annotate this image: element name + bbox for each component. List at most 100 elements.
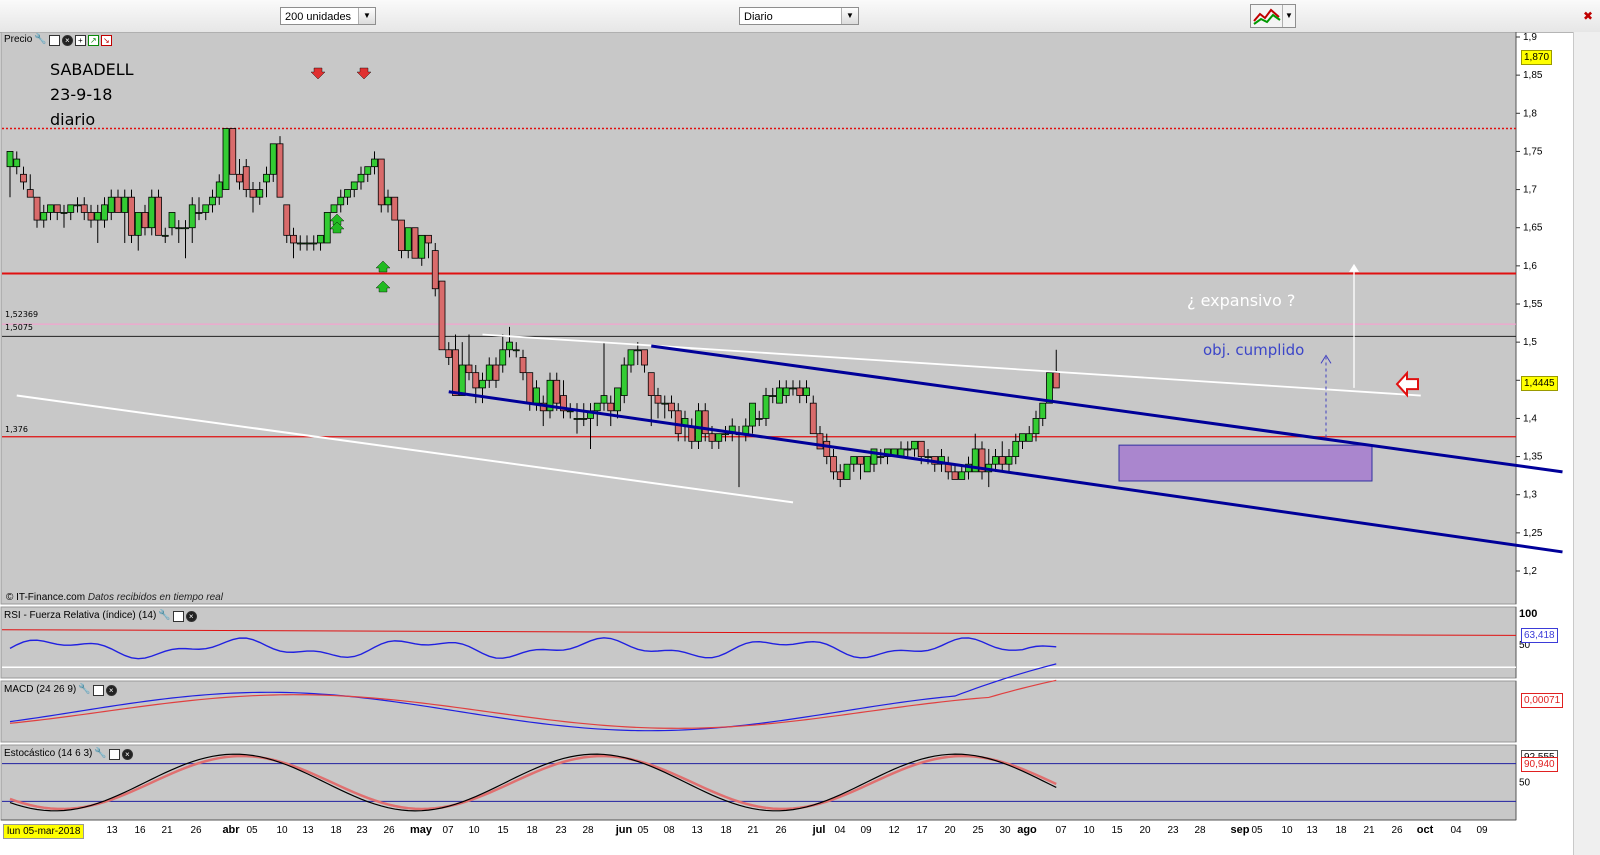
wrench-icon[interactable]: 🔧: [94, 747, 106, 761]
price-panel-bg: [0, 32, 1517, 605]
candle-body: [526, 372, 534, 404]
candle-body: [53, 204, 61, 213]
chevron-down-icon[interactable]: ▼: [358, 8, 375, 24]
close-icon[interactable]: ×: [121, 748, 133, 760]
candle-body: [296, 242, 304, 245]
x-tick-label: 20: [944, 825, 956, 836]
candle-body: [134, 212, 142, 236]
candle-body: [94, 212, 102, 221]
candle-body: [357, 173, 365, 183]
x-tick-label: 09: [860, 825, 872, 836]
close-icon[interactable]: ×: [61, 34, 73, 46]
close-icon[interactable]: ×: [105, 684, 117, 696]
candle-body: [836, 471, 844, 480]
x-tick-label: 05: [1251, 825, 1263, 836]
x-tick-label: 18: [720, 825, 732, 836]
x-tick-label: 04: [1450, 825, 1462, 836]
annotation-objective: obj. cumplido: [1203, 341, 1305, 359]
x-tick-label: 07: [442, 825, 454, 836]
window-icon[interactable]: [172, 610, 184, 622]
export-icon[interactable]: ↗: [87, 34, 99, 46]
chart-area[interactable]: 1,91,851,81,751,71,651,61,551,51,451,41,…: [0, 32, 1573, 855]
candle-body: [776, 387, 783, 404]
candle-body: [74, 204, 81, 207]
x-tick-label: 30: [999, 825, 1011, 836]
candle-body: [1052, 372, 1060, 389]
vertical-scrollbar[interactable]: [1573, 32, 1600, 855]
candle-body: [101, 204, 108, 221]
annotation-expansion: ¿ expansivo ?: [1187, 291, 1296, 310]
candle-body: [195, 212, 203, 214]
close-icon[interactable]: ×: [185, 610, 197, 622]
candle-body: [182, 227, 189, 230]
x-tick-label: 28: [1194, 825, 1206, 836]
x-tick-label: 18: [526, 825, 538, 836]
units-select[interactable]: 200 unidades ▼: [280, 7, 376, 25]
x-tick-label: 10: [1281, 825, 1293, 836]
candle-body: [1019, 433, 1026, 442]
candle-body: [506, 341, 513, 351]
candle-body: [276, 143, 284, 198]
candle-body: [1005, 456, 1013, 465]
candle-body: [924, 456, 932, 458]
candle-body: [236, 173, 243, 183]
window-icon[interactable]: [108, 748, 120, 760]
candle-body: [323, 212, 331, 244]
x-tick-label: 25: [972, 825, 984, 836]
candle-body: [911, 440, 918, 450]
candle-body: [155, 196, 162, 236]
level-label-top: 1,52369: [5, 310, 39, 319]
period-select-value: Diario: [744, 11, 773, 23]
chevron-down-icon[interactable]: ▼: [1282, 5, 1295, 27]
wrench-icon[interactable]: 🔧: [158, 609, 170, 623]
candle-body: [877, 456, 885, 458]
candle-body: [438, 280, 446, 351]
delete-icon[interactable]: ↘: [100, 34, 112, 46]
x-tick-label: 13: [106, 825, 118, 836]
candle-body: [627, 349, 635, 366]
candle-body: [749, 402, 756, 427]
chart-type-icon: [1253, 8, 1281, 25]
window-icon[interactable]: [92, 684, 104, 696]
candle-body: [404, 227, 412, 251]
window-icon[interactable]: [48, 34, 60, 46]
candle-body: [411, 227, 419, 259]
candle-body: [128, 196, 135, 236]
x-tick-label: 05: [246, 825, 258, 836]
x-tick-label: 23: [1167, 825, 1179, 836]
wrench-icon[interactable]: 🔧: [34, 33, 46, 47]
x-tick-label: 20: [1139, 825, 1151, 836]
y-tick-label: 1,6: [1523, 261, 1537, 272]
x-tick-label: 23: [555, 825, 567, 836]
x-tick-label: 26: [775, 825, 787, 836]
consolidation-box: [1118, 444, 1373, 482]
candle-body: [823, 440, 831, 457]
candle-body: [533, 387, 540, 404]
candle-body: [1032, 418, 1040, 435]
candle-body: [857, 456, 864, 465]
y-tick-label: 1,85: [1523, 70, 1543, 81]
period-select[interactable]: Diario ▼: [739, 7, 859, 25]
close-icon[interactable]: ✖: [1580, 8, 1596, 24]
candle-body: [782, 387, 790, 396]
candle-body: [6, 151, 14, 168]
candle-body: [209, 196, 216, 206]
candle-body: [472, 372, 480, 389]
source-note-text: © IT-Finance.com: [6, 592, 86, 603]
stoch-axis-label: 50: [1519, 778, 1531, 789]
x-tick-label: 26: [1391, 825, 1403, 836]
macd-panel-header: MACD (24 26 9) 🔧 ×: [4, 683, 117, 697]
candle-body: [843, 463, 851, 480]
chart-type-button[interactable]: ▼: [1250, 4, 1296, 28]
x-tick-label: 26: [190, 825, 202, 836]
candle-body: [458, 364, 466, 396]
candle-body: [317, 234, 324, 244]
candle-body: [215, 181, 223, 198]
wrench-icon[interactable]: 🔧: [78, 683, 90, 697]
x-tick-label: 18: [1335, 825, 1347, 836]
candle-body: [992, 456, 999, 465]
add-indicator-icon[interactable]: +: [74, 34, 86, 46]
chevron-down-icon[interactable]: ▼: [841, 8, 858, 24]
x-tick-label: 13: [1306, 825, 1318, 836]
x-tick-label: 28: [582, 825, 594, 836]
